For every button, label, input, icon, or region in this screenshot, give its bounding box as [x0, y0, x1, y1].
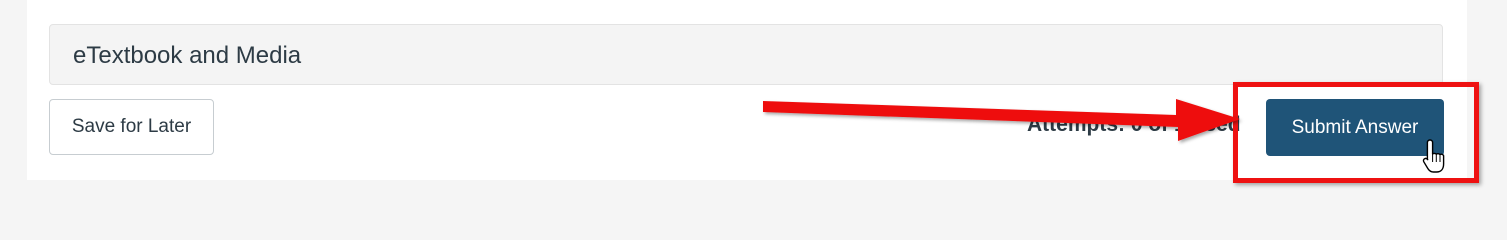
- etextbook-title[interactable]: eTextbook and Media: [73, 42, 301, 70]
- save-for-later-button[interactable]: Save for Later: [49, 99, 214, 155]
- attempts-counter: Attempts: 0 of 1 used: [1027, 113, 1241, 136]
- submit-answer-button[interactable]: Submit Answer: [1266, 99, 1444, 156]
- etextbook-panel[interactable]: eTextbook and Media: [49, 24, 1443, 85]
